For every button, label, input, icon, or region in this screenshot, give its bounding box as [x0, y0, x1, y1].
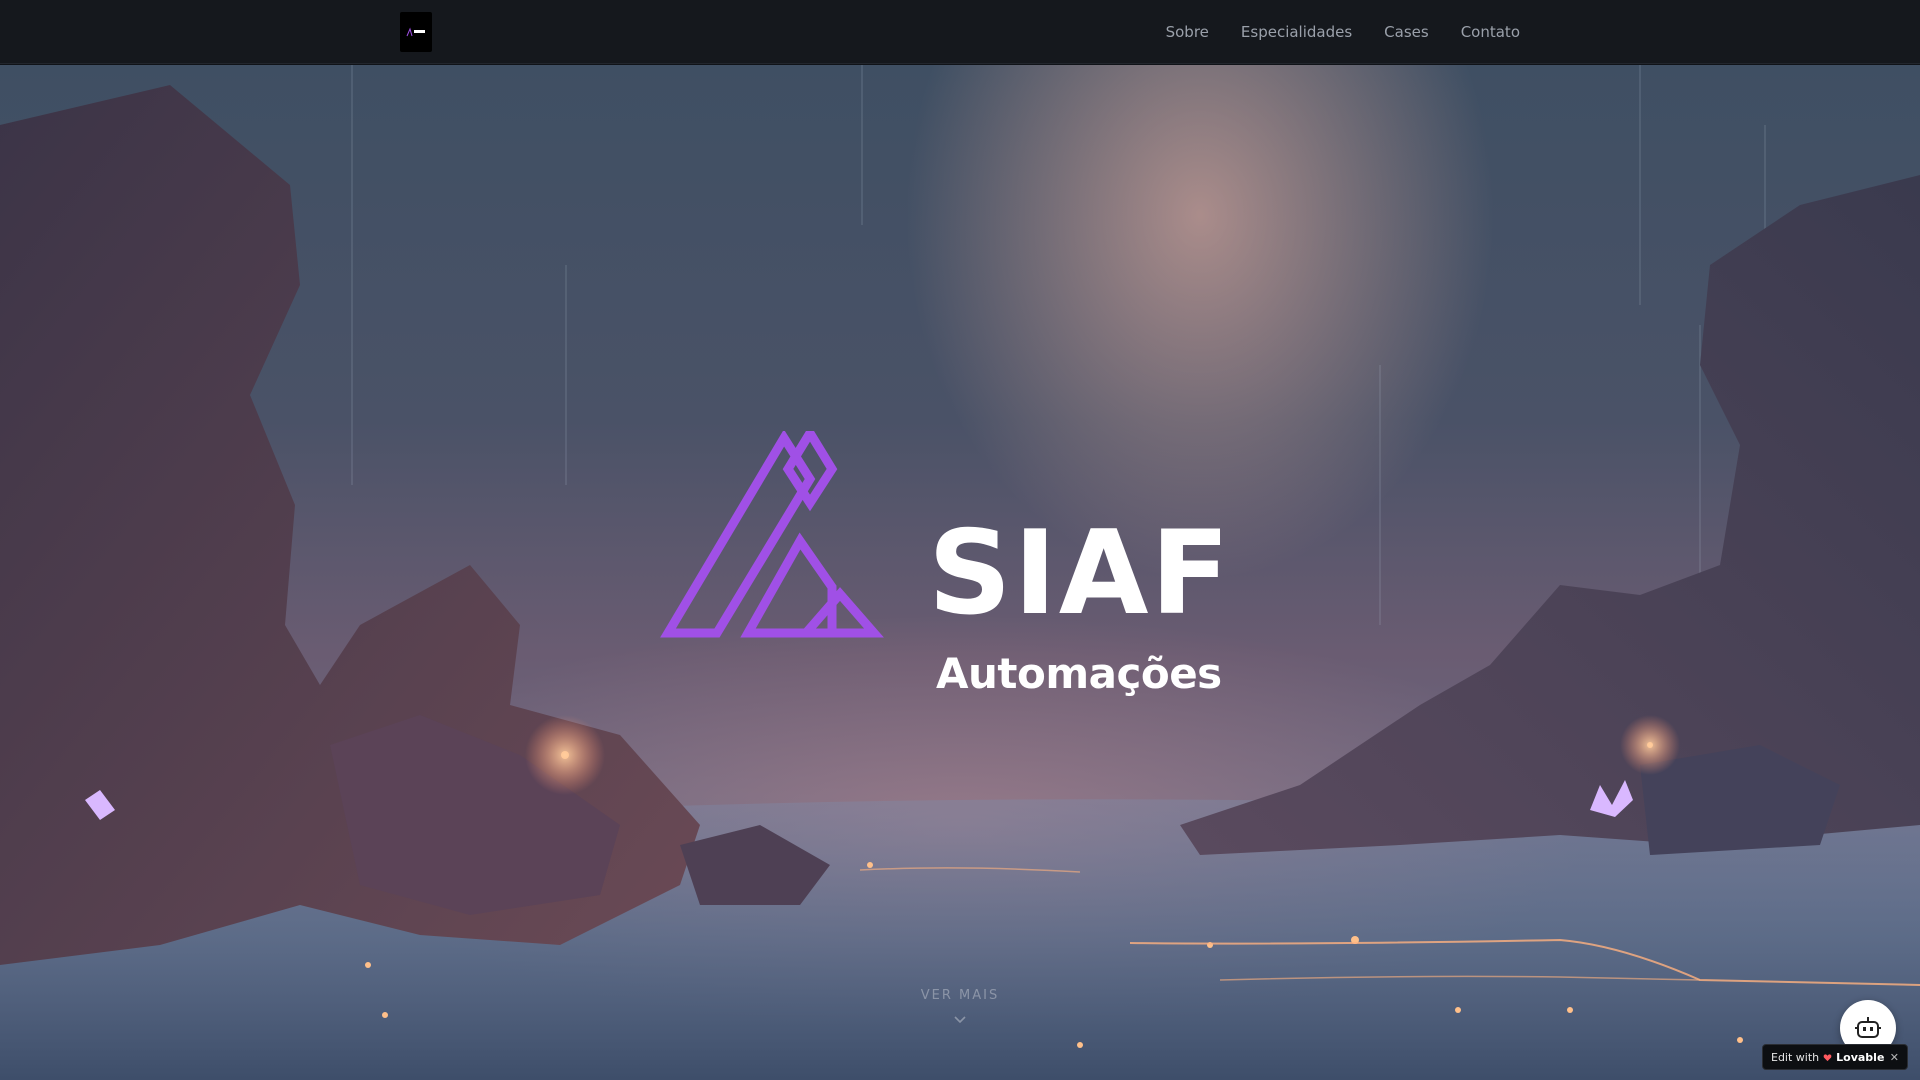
siaf-mark-icon	[660, 431, 884, 638]
top-navbar: Sobre Especialidades Cases Contato	[0, 0, 1920, 64]
robot-icon	[1855, 1017, 1881, 1038]
hero-subtitle: Automações	[936, 649, 1222, 698]
badge-close-icon[interactable]: ✕	[1890, 1051, 1899, 1064]
hero-brand-logo: SIAF Automações	[660, 431, 1260, 695]
badge-brand: Lovable	[1836, 1050, 1885, 1064]
scroll-label: VER MAIS	[920, 988, 1000, 1003]
nav-link-contato[interactable]: Contato	[1461, 23, 1520, 41]
chevron-down-icon	[954, 1016, 966, 1024]
nav-link-sobre[interactable]: Sobre	[1166, 23, 1209, 41]
hero-section: SIAF Automações VER MAIS	[0, 65, 1920, 1080]
nav-link-especialidades[interactable]: Especialidades	[1241, 23, 1352, 41]
siaf-logo-icon[interactable]	[400, 12, 432, 52]
lovable-heart-icon	[1823, 1053, 1832, 1061]
hero-title: SIAF	[928, 506, 1232, 641]
lovable-badge[interactable]: Edit with Lovable ✕	[1762, 1044, 1908, 1070]
scroll-hint[interactable]: VER MAIS	[0, 988, 1920, 1027]
nav-link-cases[interactable]: Cases	[1384, 23, 1429, 41]
badge-edit-with: Edit with	[1771, 1050, 1820, 1064]
main-nav: Sobre Especialidades Cases Contato	[1166, 0, 1520, 64]
